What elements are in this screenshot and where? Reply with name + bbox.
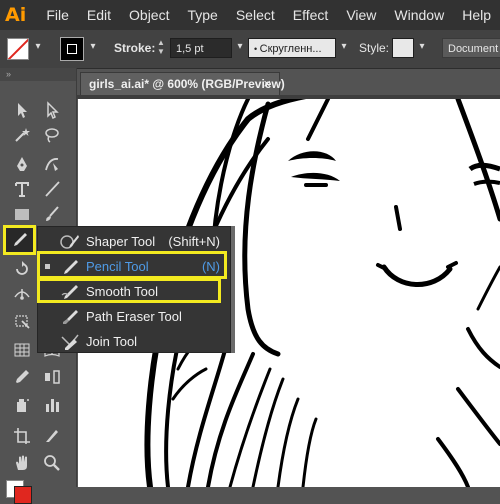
flyout-item-shortcut: (Shift+N): [168, 234, 220, 249]
menu-window[interactable]: Window: [385, 7, 453, 23]
lasso-tool-icon[interactable]: [40, 123, 64, 147]
brush-chevron-down-icon[interactable]: ▾: [338, 39, 350, 55]
flyout-item-path-eraser[interactable]: Path Eraser Tool: [38, 304, 230, 329]
join-icon: [59, 332, 81, 352]
menu-type[interactable]: Type: [178, 7, 226, 23]
stroke-swatch[interactable]: [60, 37, 84, 61]
menu-help[interactable]: Help: [453, 7, 500, 23]
blend-tool-icon[interactable]: [40, 365, 64, 389]
hand-tool-icon[interactable]: [10, 451, 34, 475]
flyout-item-label: Path Eraser Tool: [86, 309, 182, 324]
stroke-chevron-down-icon[interactable]: ▾: [87, 39, 99, 55]
brush-definition-value: Скругленн...: [259, 43, 322, 55]
direct-selection-tool-icon[interactable]: [40, 98, 64, 122]
stroke-spinner-icon[interactable]: ▲ ▼: [154, 38, 168, 58]
document-setup-button[interactable]: Document: [442, 38, 500, 58]
flyout-item-label: Join Tool: [86, 334, 138, 349]
pencil-tool-icon[interactable]: [3, 225, 36, 255]
type-tool-icon[interactable]: [10, 177, 34, 201]
column-graph-tool-icon[interactable]: [40, 393, 64, 417]
smooth-tool-highlight: [37, 278, 221, 303]
magic-wand-tool-icon[interactable]: [10, 123, 34, 147]
eyedropper-tool-icon[interactable]: [10, 365, 34, 389]
fill-chevron-down-icon[interactable]: ▾: [32, 39, 44, 55]
menu-file[interactable]: File: [37, 7, 78, 23]
tools-panel-header[interactable]: »: [0, 68, 76, 81]
stroke-weight-chevron-down-icon[interactable]: ▾: [234, 39, 246, 55]
curvature-tool-icon[interactable]: [40, 152, 64, 176]
flyout-item-label: Shaper Tool: [86, 234, 156, 249]
artboard-tool-icon[interactable]: [10, 424, 34, 448]
menu-select[interactable]: Select: [227, 7, 284, 23]
line-tool-icon[interactable]: [40, 177, 64, 201]
stroke-weight-field[interactable]: 1,5 pt: [170, 38, 232, 58]
paintbrush-tool-icon[interactable]: [40, 202, 64, 226]
flyout-tearoff-edge[interactable]: [231, 226, 235, 353]
slice-tool-icon[interactable]: [40, 424, 64, 448]
control-bar: ▾ ▾ Stroke: ▲ ▼ 1,5 pt ▾ • Скругленн... ▾…: [0, 30, 500, 69]
menu-effect[interactable]: Effect: [284, 7, 338, 23]
selection-tool-icon[interactable]: [10, 98, 34, 122]
pencil-tool-highlight: [37, 251, 227, 279]
collapse-arrows-icon[interactable]: »: [6, 70, 12, 79]
stroke-label: Stroke:: [114, 41, 156, 55]
style-swatch[interactable]: [392, 38, 414, 58]
brush-definition-field[interactable]: • Скругленн...: [248, 38, 336, 58]
path-eraser-icon: [59, 307, 81, 327]
pen-tool-icon[interactable]: [10, 152, 34, 176]
symbol-sprayer-tool-icon[interactable]: [10, 393, 34, 417]
document-tab-title: girls_ai.ai* @ 600% (RGB/Preview): [89, 77, 285, 91]
menu-object[interactable]: Object: [120, 7, 178, 23]
stroke-color-swatch[interactable]: [14, 486, 32, 504]
document-tab[interactable]: girls_ai.ai* @ 600% (RGB/Preview) ×: [80, 72, 285, 95]
close-tab-icon[interactable]: ×: [263, 73, 271, 95]
shaper-icon: [59, 232, 81, 252]
style-label: Style:: [359, 41, 390, 55]
rectangle-tool-icon[interactable]: [10, 202, 34, 226]
menu-edit[interactable]: Edit: [78, 7, 120, 23]
rotate-tool-icon[interactable]: [10, 257, 34, 281]
menu-view[interactable]: View: [337, 7, 385, 23]
menu-bar: Ai File Edit Object Type Select Effect V…: [0, 0, 500, 30]
illustrator-logo: Ai: [5, 4, 27, 26]
perspective-grid-tool-icon[interactable]: [10, 338, 34, 362]
fill-swatch-none[interactable]: [7, 38, 29, 60]
free-transform-tool-icon[interactable]: [10, 309, 34, 333]
zoom-tool-icon[interactable]: [40, 451, 64, 475]
width-tool-icon[interactable]: [10, 282, 34, 306]
flyout-item-join[interactable]: Join Tool: [38, 329, 230, 354]
style-chevron-down-icon[interactable]: ▾: [416, 39, 428, 55]
